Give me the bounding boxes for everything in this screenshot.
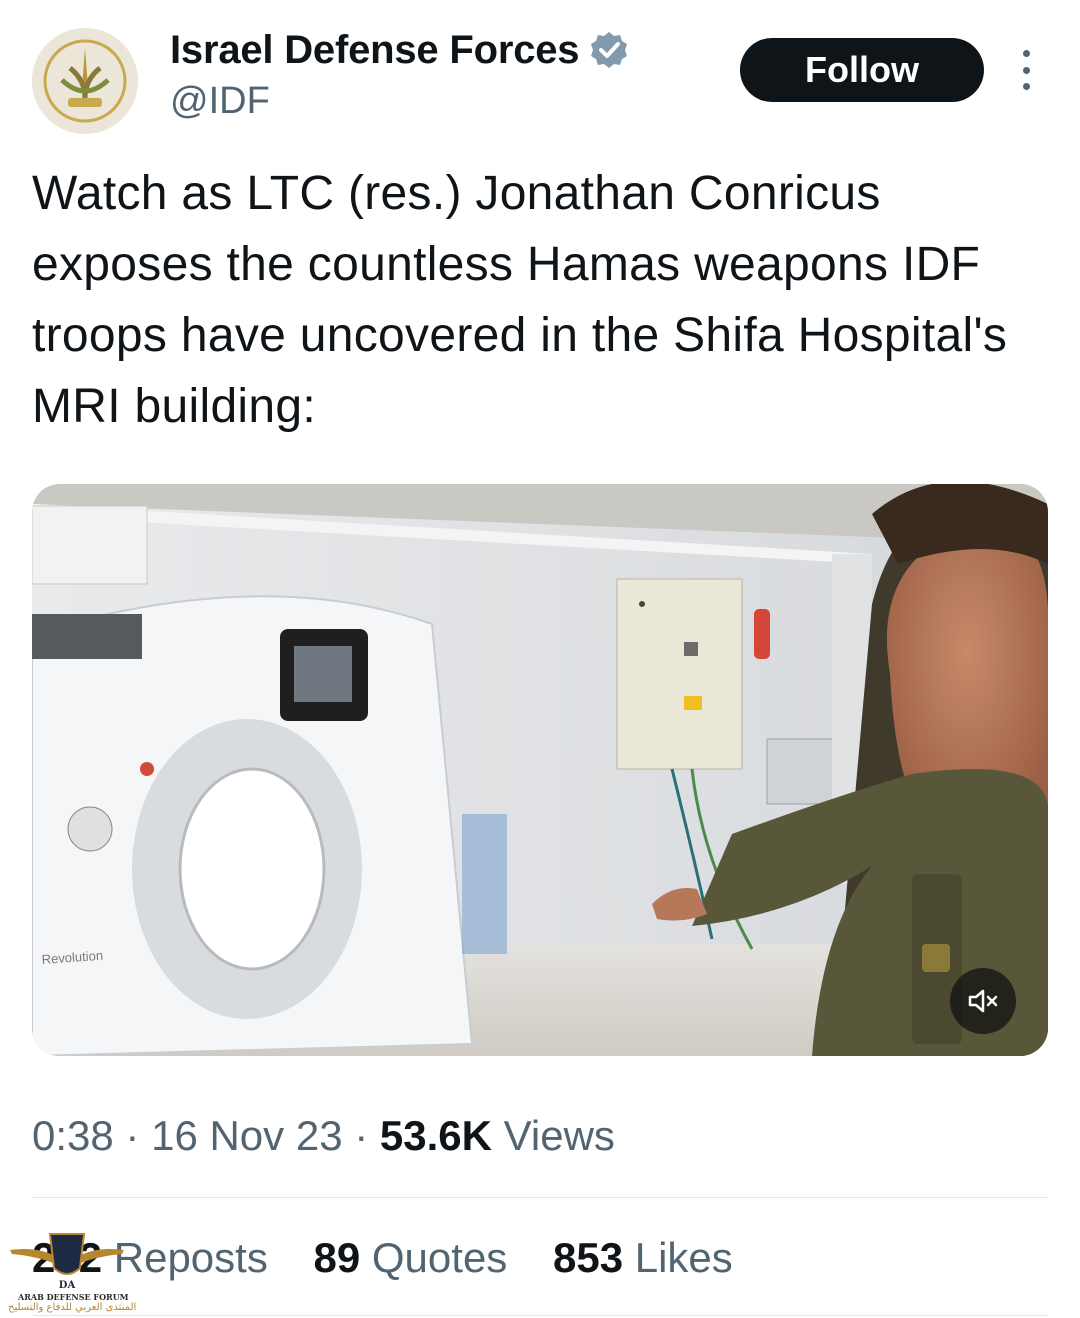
watermark-arabic-text: المنتدى العربي للدفاع والتسليح [8,1302,137,1313]
display-name-row: Israel Defense Forces [170,26,629,74]
speaker-muted-icon [968,989,998,1013]
more-dot [1022,66,1030,74]
watermark-badge: DA [59,1280,76,1291]
tweet-meta: 0:38 · 16 Nov 23 · 53.6K Views [32,1112,615,1160]
more-dot [1022,50,1030,57]
author-handle[interactable]: @IDF [170,80,270,123]
tweet-text: Watch as LTC (res.) Jonathan Conricus ex… [32,167,1008,433]
watermark-text: ARAB DEFENSE FORUM [18,1292,129,1302]
tweet-header: Israel Defense Forces @IDF Follow [0,0,1080,140]
verified-badge-icon [591,32,628,68]
quotes-stat[interactable]: 89 Quotes [314,1234,508,1281]
video-frame: Revolution [32,484,1048,1056]
likes-label: Likes [634,1234,733,1281]
reposts-label: Reposts [113,1234,268,1281]
author-avatar[interactable] [32,28,138,134]
divider [32,1197,1048,1198]
likes-count: 853 [552,1234,624,1281]
more-dot [1022,83,1030,90]
meta-separator: · [354,1112,369,1159]
display-name[interactable]: Israel Defense Forces [170,28,580,73]
views-label: Views [503,1112,615,1159]
video-duration: 0:38 [32,1112,114,1159]
follow-button[interactable]: Follow [740,38,984,102]
idf-emblem-icon [32,28,138,134]
more-vertical-icon[interactable] [1014,50,1038,90]
views-count: 53.6K [379,1112,492,1159]
quotes-count: 89 [313,1234,361,1281]
likes-stat[interactable]: 853 Likes [553,1234,733,1281]
video-player[interactable]: Revolution [32,484,1048,1056]
divider [32,1315,1048,1316]
mute-toggle-button[interactable] [950,968,1016,1034]
quotes-label: Quotes [371,1234,508,1281]
tweet-date[interactable]: 16 Nov 23 [151,1112,342,1159]
engagement-stats: 272 Reposts 89 Quotes 853 Likes [32,1234,767,1282]
meta-separator: · [125,1112,140,1159]
